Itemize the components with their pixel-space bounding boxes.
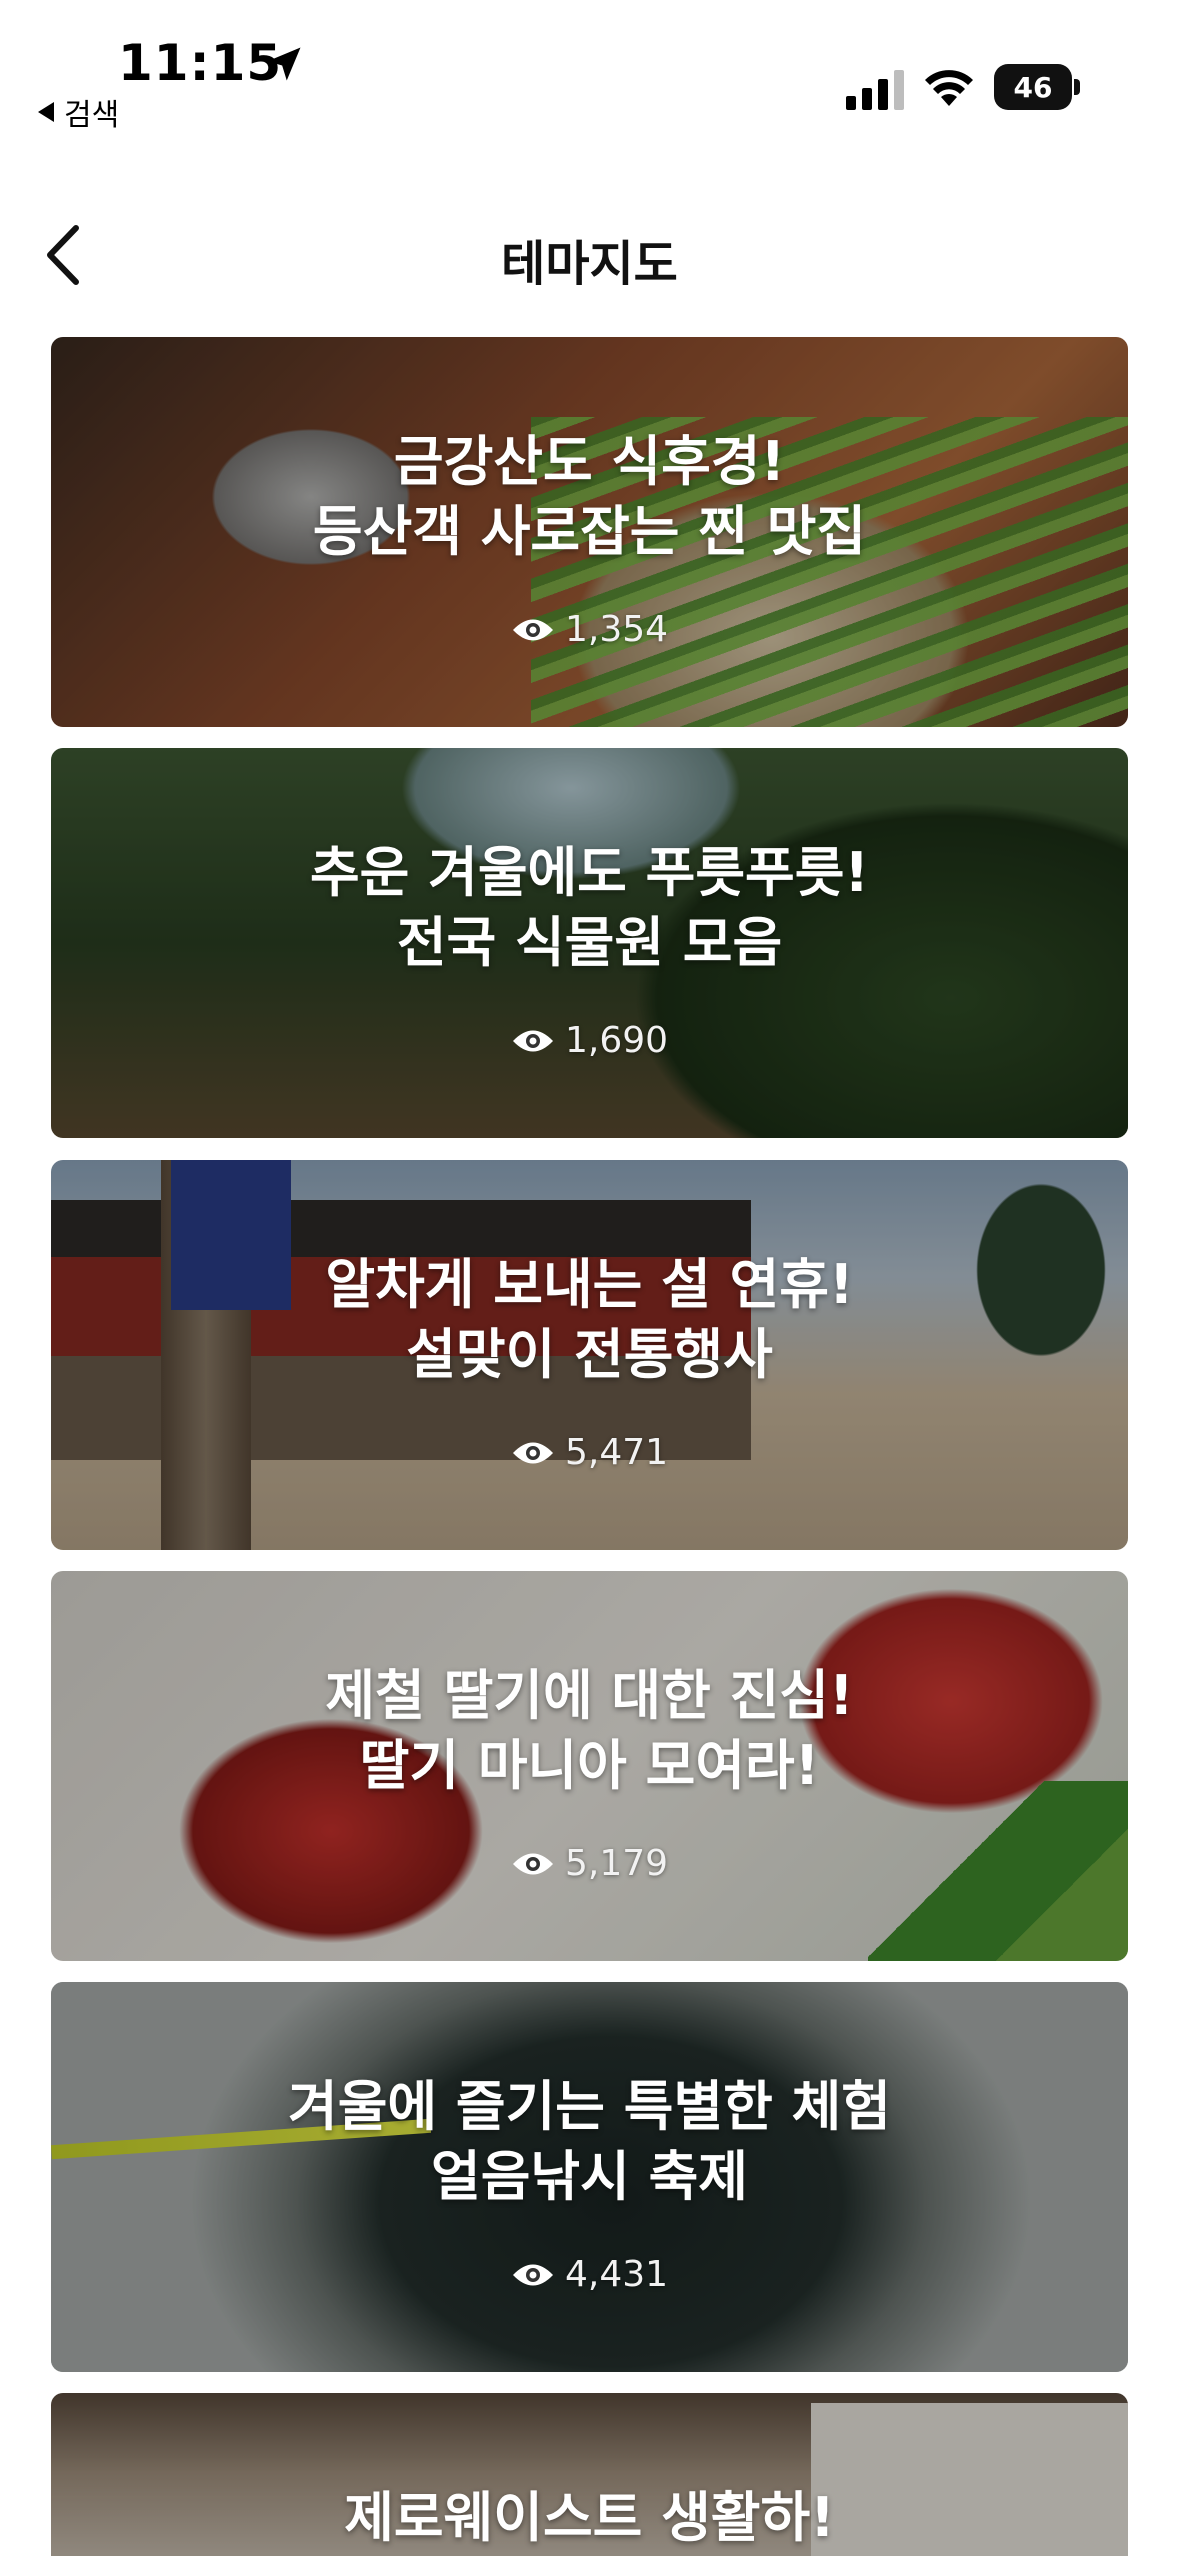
eye-icon [512, 619, 553, 640]
theme-card[interactable]: 알차게 보내는 설 연휴! 설맞이 전통행사 5,471 [51, 1160, 1128, 1550]
view-count: 4,431 [51, 2254, 1128, 2295]
eye-icon [512, 1030, 553, 1051]
view-count-value: 4,431 [564, 2254, 669, 2295]
eye-icon [512, 1442, 553, 1463]
battery-icon: 46 [994, 64, 1080, 110]
card-title: 추운 겨울에도 푸릇푸릇! 전국 식물원 모음 [309, 841, 870, 974]
view-count-value: 5,471 [564, 1432, 669, 1473]
card-title: 알차게 보내는 설 연휴! 설맞이 전통행사 [325, 1253, 854, 1386]
location-arrow-icon [267, 47, 301, 81]
eye-icon [512, 1853, 553, 1874]
cellular-signal-icon [846, 70, 904, 110]
theme-map-screen: 11:15 검색 46 테마지도 금강산도 식후경! 등산객 사로잡는 찐 맛집… [0, 0, 1179, 2556]
card-title: 제철 딸기에 대한 진심! 딸기 마니아 모여라! [325, 1664, 854, 1797]
view-count-value: 1,354 [564, 609, 669, 650]
page-title: 테마지도 [501, 236, 678, 292]
theme-card[interactable]: 추운 겨울에도 푸릇푸릇! 전국 식물원 모음 1,690 [51, 748, 1128, 1138]
status-time: 11:15 [118, 34, 283, 92]
eye-icon [512, 2264, 553, 2285]
view-count-value: 1,690 [564, 1020, 669, 1061]
view-count: 5,471 [51, 1432, 1128, 1473]
theme-card[interactable]: 겨울에 즐기는 특별한 체험 얼음낚시 축제 4,431 [51, 1982, 1128, 2372]
view-count: 1,690 [51, 1020, 1128, 1061]
card-title: 금강산도 식후경! 등산객 사로잡는 찐 맛집 [312, 430, 867, 563]
card-title: 겨울에 즐기는 특별한 체험 얼음낚시 축제 [288, 2075, 891, 2208]
view-count: 5,179 [51, 1843, 1128, 1884]
status-bar: 11:15 검색 46 [0, 0, 1179, 150]
theme-card[interactable]: 제철 딸기에 대한 진심! 딸기 마니아 모여라! 5,179 [51, 1571, 1128, 1961]
view-count-value: 5,179 [564, 1843, 669, 1884]
back-app-label: 검색 [64, 98, 120, 133]
nav-header: 테마지도 [0, 200, 1179, 310]
back-triangle-icon [38, 102, 54, 122]
theme-card[interactable]: 제로웨이스트 생활하! [51, 2393, 1128, 2556]
card-title: 제로웨이스트 생활하! [344, 2486, 835, 2549]
back-to-app-link[interactable]: 검색 [38, 90, 119, 134]
theme-card[interactable]: 금강산도 식후경! 등산객 사로잡는 찐 맛집 1,354 [51, 337, 1128, 727]
wifi-icon [925, 70, 973, 106]
view-count: 1,354 [51, 609, 1128, 650]
battery-level: 46 [994, 64, 1072, 110]
